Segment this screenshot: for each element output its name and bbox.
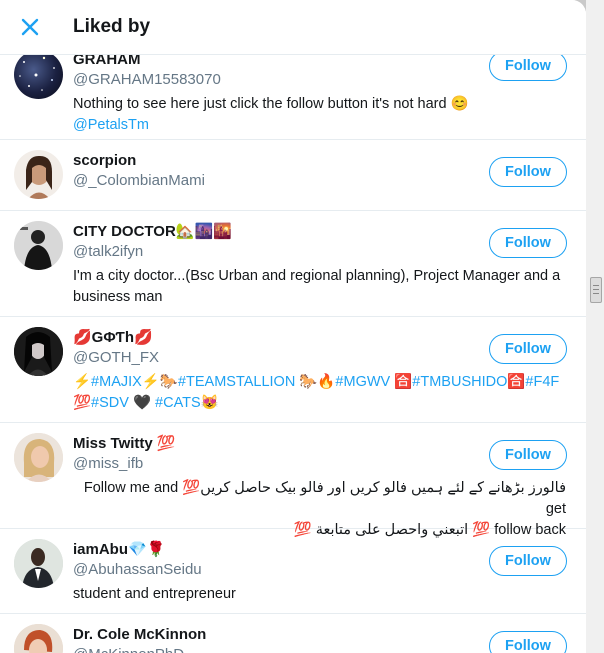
user-cell[interactable]: scorpion @_ColombianMami Follow	[0, 140, 586, 211]
scrollbar[interactable]	[586, 0, 604, 653]
follow-button[interactable]: Follow	[489, 334, 567, 364]
follow-button[interactable]: Follow	[489, 440, 567, 470]
follow-button[interactable]: Follow	[489, 228, 567, 258]
avatar[interactable]	[14, 433, 63, 482]
follow-button[interactable]: Follow	[489, 54, 567, 81]
follow-button[interactable]: Follow	[489, 546, 567, 576]
avatar[interactable]	[14, 221, 63, 270]
dialog-title: Liked by	[73, 16, 151, 37]
user-cell[interactable]: CITY DOCTOR🏡🌆🌇 @talk2ifyn I'm a city doc…	[0, 211, 586, 317]
user-cell[interactable]: Dr. Cole McKinnon @McKinnonPhD Follow	[0, 614, 586, 653]
close-icon	[21, 18, 39, 36]
bio-link[interactable]: @PetalsTm	[73, 117, 149, 133]
dialog-header: Liked by	[0, 0, 586, 55]
user-bio: ⚡#MAJIX⚡🐎#TEAMSTALLION 🐎🔥#MGWV 🈴#TMBUSHI…	[73, 374, 560, 411]
user-cell[interactable]: iamAbu💎🌹 @AbuhassanSeidu student and ent…	[0, 529, 586, 614]
user-bio: student and entrepreneur	[73, 586, 236, 602]
avatar[interactable]	[14, 624, 63, 653]
user-list: GRAHAM @GRAHAM15583070 Nothing to see he…	[0, 54, 586, 653]
user-cell[interactable]: GRAHAM @GRAHAM15583070 Nothing to see he…	[0, 54, 586, 140]
user-bio: Nothing to see here just click the follo…	[73, 96, 469, 133]
user-cell[interactable]: Miss Twitty 💯 @miss_ifb فالورز بڑھانے کے…	[0, 423, 586, 538]
follow-button[interactable]: Follow	[489, 157, 567, 187]
avatar[interactable]	[14, 539, 63, 588]
avatar[interactable]	[14, 150, 63, 199]
user-bio: I'm a city doctor...(Bsc Urban and regio…	[73, 268, 561, 305]
scrollbar-thumb[interactable]	[590, 277, 602, 303]
follow-button[interactable]: Follow	[489, 631, 567, 653]
close-button[interactable]	[15, 12, 45, 42]
avatar[interactable]	[14, 54, 63, 99]
avatar[interactable]	[14, 327, 63, 376]
liked-by-dialog: Liked by GRAHAM @GRAHAM15583070 Nothing …	[0, 0, 586, 653]
user-cell[interactable]: 💋GΦƬh💋 @GOTH_FX ⚡#MAJIX⚡🐎#TEAMSTALLION 🐎…	[0, 317, 586, 423]
